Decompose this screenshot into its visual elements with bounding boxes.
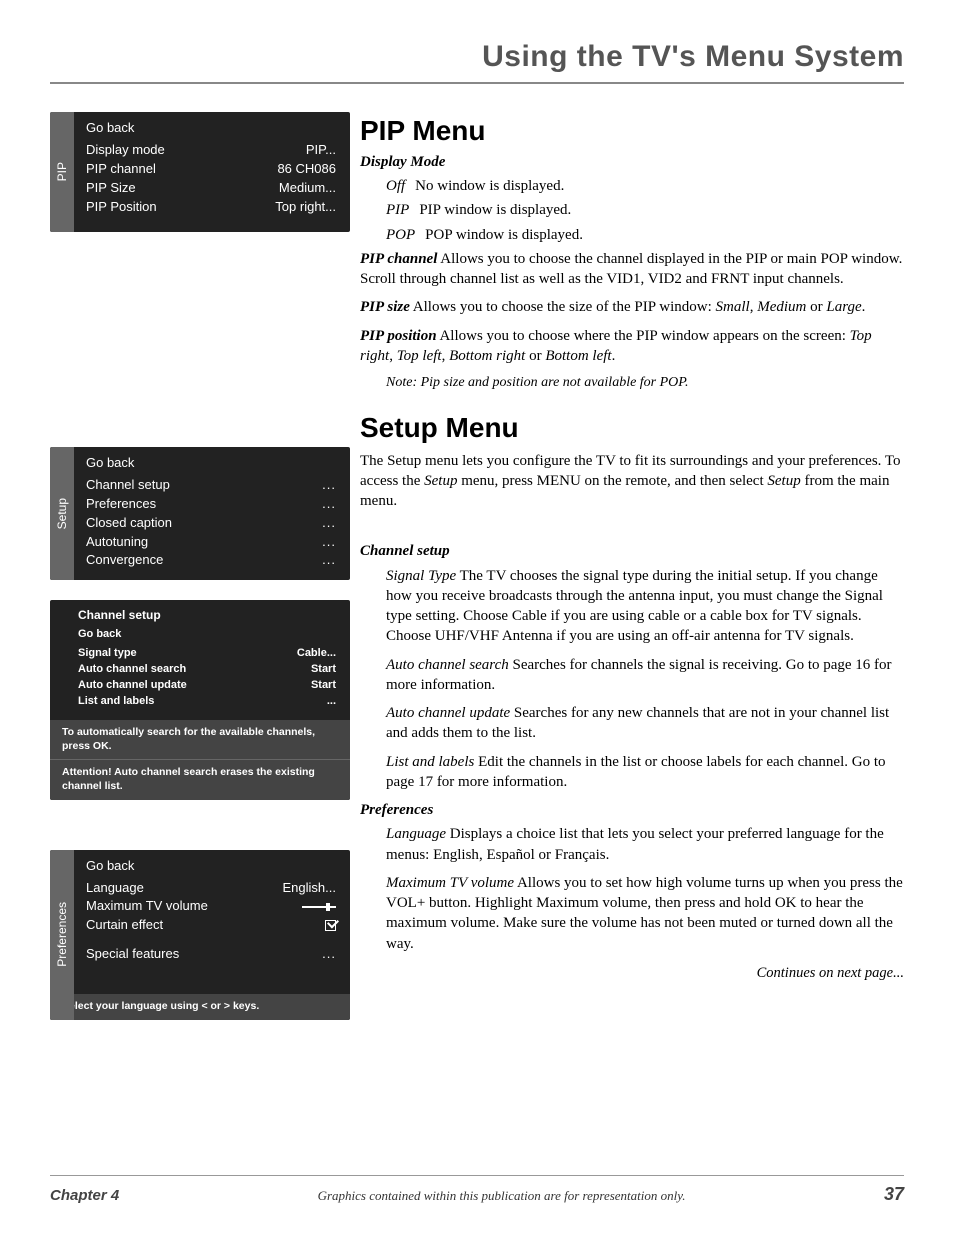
language-para: Language Displays a choice list that let… xyxy=(386,824,904,865)
row-value: 86 CH086 xyxy=(277,160,336,179)
row-label: Autotuning xyxy=(86,533,148,552)
row-label: Maximum TV volume xyxy=(86,897,208,916)
main-content: PIP Go back Display mode PIP... PIP chann… xyxy=(50,112,904,1040)
row-value: ... xyxy=(322,514,336,533)
menu-row: Special features... xyxy=(86,945,336,964)
auto-update-para: Auto channel update Searches for any new… xyxy=(386,703,904,744)
page-footer: Chapter 4 Graphics contained within this… xyxy=(50,1175,904,1205)
def-pop: POPPOP window is displayed. xyxy=(386,225,904,245)
menu-row: Auto channel update Start xyxy=(78,678,336,694)
row-label: Display mode xyxy=(86,141,165,160)
pip-note: Note: Pip size and position are not avai… xyxy=(386,374,904,393)
setup-menu-panel: Setup Go back Channel setup... Preferenc… xyxy=(50,447,350,580)
left-column: PIP Go back Display mode PIP... PIP chann… xyxy=(50,112,350,1040)
row-label: Closed caption xyxy=(86,514,172,533)
pip-tab: PIP xyxy=(50,112,74,232)
display-mode-heading: Display Mode xyxy=(360,152,904,172)
pip-position-para: PIP position Allows you to choose where … xyxy=(360,326,904,367)
checkbox-icon xyxy=(325,916,336,935)
row-value: English... xyxy=(283,879,336,898)
right-column: PIP Menu Display Mode OffNo window is di… xyxy=(350,112,904,1040)
row-value: PIP... xyxy=(306,141,336,160)
def-off: OffNo window is displayed. xyxy=(386,176,904,196)
row-label: Auto channel search xyxy=(78,662,186,678)
row-value: ... xyxy=(322,945,336,964)
row-label: Convergence xyxy=(86,551,163,570)
menu-row: PIP Position Top right... xyxy=(86,198,336,217)
menu-row: Autotuning... xyxy=(86,533,336,552)
row-label: Signal type xyxy=(78,646,137,662)
row-value: Medium... xyxy=(279,179,336,198)
page-header: Using the TV's Menu System xyxy=(50,40,904,84)
list-labels-para: List and labels Edit the channels in the… xyxy=(386,752,904,793)
panel-footer-1: To automatically search for the availabl… xyxy=(50,720,350,759)
menu-row: Display mode PIP... xyxy=(86,141,336,160)
footer-note: Graphics contained within this publicati… xyxy=(318,1188,686,1204)
setup-menu-heading: Setup Menu xyxy=(360,409,904,447)
row-label: PIP channel xyxy=(86,160,156,179)
auto-search-para: Auto channel search Searches for channel… xyxy=(386,655,904,696)
row-value: ... xyxy=(322,476,336,495)
pip-size-para: PIP size Allows you to choose the size o… xyxy=(360,297,904,317)
preferences-heading: Preferences xyxy=(360,800,904,820)
menu-row: PIP Size Medium... xyxy=(86,179,336,198)
page-number: 37 xyxy=(884,1184,904,1205)
preferences-tab-label: Preferences xyxy=(55,902,69,967)
menu-row: Auto channel search Start xyxy=(78,662,336,678)
row-label: List and labels xyxy=(78,694,154,710)
menu-row: Convergence... xyxy=(86,551,336,570)
panel-footer: Select your language using < or > keys. xyxy=(50,994,350,1020)
slider-icon xyxy=(302,897,336,916)
row-label: PIP Size xyxy=(86,179,136,198)
row-value: ... xyxy=(322,533,336,552)
menu-row: Preferences... xyxy=(86,495,336,514)
pip-menu-panel: PIP Go back Display mode PIP... PIP chann… xyxy=(50,112,350,232)
menu-row: Closed caption... xyxy=(86,514,336,533)
row-value: Start xyxy=(311,678,336,694)
row-value: ... xyxy=(322,551,336,570)
go-back: Go back xyxy=(86,455,336,470)
row-label: Language xyxy=(86,879,144,898)
row-value: ... xyxy=(322,495,336,514)
setup-tab: Setup xyxy=(50,447,74,580)
menu-row: List and labels... xyxy=(78,694,336,710)
row-value: Top right... xyxy=(275,198,336,217)
max-volume-para: Maximum TV volume Allows you to set how … xyxy=(386,873,904,954)
panel-title: Channel setup xyxy=(78,608,336,622)
def-pip: PIPPIP window is displayed. xyxy=(386,200,904,220)
channel-setup-panel: Channel setup Go back Signal type Cable..… xyxy=(50,600,350,799)
pip-menu-heading: PIP Menu xyxy=(360,112,904,150)
go-back: Go back xyxy=(86,120,336,135)
menu-row: PIP channel 86 CH086 xyxy=(86,160,336,179)
row-label: Channel setup xyxy=(86,476,170,495)
menu-row: Maximum TV volume xyxy=(86,897,336,916)
chapter-label: Chapter 4 xyxy=(50,1187,119,1204)
menu-row: Signal type Cable... xyxy=(78,646,336,662)
row-label: PIP Position xyxy=(86,198,157,217)
menu-row: Curtain effect xyxy=(86,916,336,935)
channel-setup-heading: Channel setup xyxy=(360,541,904,561)
go-back: Go back xyxy=(78,628,336,640)
continues-text: Continues on next page... xyxy=(360,964,904,984)
row-value: ... xyxy=(327,694,336,710)
setup-intro: The Setup menu lets you configure the TV… xyxy=(360,451,904,512)
row-value: Start xyxy=(311,662,336,678)
row-value: Cable... xyxy=(297,646,336,662)
row-label: Preferences xyxy=(86,495,156,514)
menu-row: Language English... xyxy=(86,879,336,898)
preferences-tab: Preferences xyxy=(50,850,74,1020)
signal-type-para: Signal Type The TV chooses the signal ty… xyxy=(386,566,904,647)
go-back: Go back xyxy=(86,858,336,873)
setup-tab-label: Setup xyxy=(55,498,69,529)
row-label: Curtain effect xyxy=(86,916,163,935)
row-label: Auto channel update xyxy=(78,678,187,694)
pip-tab-label: PIP xyxy=(55,162,69,181)
preferences-panel: Preferences Go back Language English... M… xyxy=(50,850,350,1020)
row-label: Special features xyxy=(86,945,179,964)
pip-channel-para: PIP channel Allows you to choose the cha… xyxy=(360,249,904,290)
panel-footer-2: Attention! Auto channel search erases th… xyxy=(50,759,350,799)
menu-row: Channel setup... xyxy=(86,476,336,495)
